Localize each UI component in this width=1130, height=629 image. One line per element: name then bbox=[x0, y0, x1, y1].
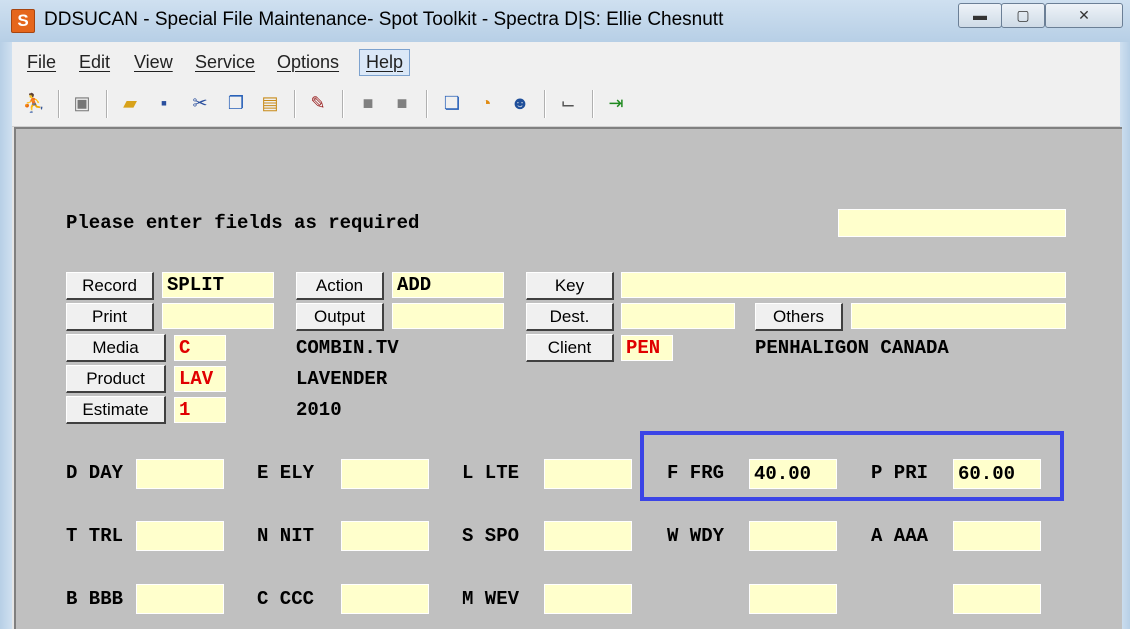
window-icon[interactable]: ⌙ bbox=[556, 90, 580, 116]
toolbar-separator bbox=[544, 90, 546, 118]
output-button[interactable]: Output bbox=[296, 303, 384, 331]
product-description: LAVENDER bbox=[296, 368, 388, 390]
daypart-field[interactable] bbox=[953, 584, 1041, 614]
daypart-label: B BBB bbox=[66, 588, 124, 610]
toolbar-separator bbox=[58, 90, 60, 118]
menu-view[interactable]: View bbox=[134, 52, 173, 73]
menu-bar: File Edit View Service Options Help bbox=[12, 42, 1120, 82]
record-field[interactable]: SPLIT bbox=[162, 272, 274, 298]
action-field[interactable]: ADD bbox=[392, 272, 504, 298]
timer-icon[interactable]: ◔ bbox=[474, 90, 498, 116]
product-field[interactable]: LAV bbox=[174, 366, 226, 392]
daypart-field[interactable] bbox=[544, 521, 632, 551]
media-field[interactable]: C bbox=[174, 335, 226, 361]
title-bar[interactable]: S DDSUCAN - Special File Maintenance- Sp… bbox=[0, 0, 1130, 43]
media-button[interactable]: Media bbox=[66, 334, 166, 362]
prompt-text: Please enter fields as required bbox=[66, 212, 420, 234]
toolbar-separator bbox=[592, 90, 594, 118]
daypart-field[interactable] bbox=[749, 521, 837, 551]
print-button[interactable]: Print bbox=[66, 303, 154, 331]
daypart-label: L LTE bbox=[462, 462, 520, 484]
daypart-field[interactable] bbox=[544, 459, 632, 489]
daypart-field[interactable] bbox=[136, 459, 224, 489]
daypart-label: D DAY bbox=[66, 462, 124, 484]
daypart-label: A AAA bbox=[871, 525, 929, 547]
tag-icon[interactable]: ✎ bbox=[306, 90, 330, 116]
estimate-button[interactable]: Estimate bbox=[66, 396, 166, 424]
record-button[interactable]: Record bbox=[66, 272, 154, 300]
toolbar-separator bbox=[294, 90, 296, 118]
menu-edit[interactable]: Edit bbox=[79, 52, 110, 73]
daypart-field[interactable] bbox=[341, 584, 429, 614]
documents-icon[interactable]: ❏ bbox=[440, 90, 464, 116]
menu-service[interactable]: Service bbox=[195, 52, 255, 73]
others-field[interactable] bbox=[851, 303, 1066, 329]
toolbar: ⛹ ▣ ▰ ▪ ✂ ❐ ▤ ✎ ■ ■ ❏ ◔ ☻ ⌙ ⇥ bbox=[12, 82, 1120, 127]
toolbar-separator bbox=[426, 90, 428, 118]
person-icon[interactable]: ⛹ bbox=[22, 90, 46, 116]
toolbar-separator bbox=[342, 90, 344, 118]
daypart-field[interactable] bbox=[136, 521, 224, 551]
daypart-label: C CCC bbox=[257, 588, 315, 610]
output-field[interactable] bbox=[392, 303, 504, 329]
others-button[interactable]: Others bbox=[755, 303, 843, 331]
dest-button[interactable]: Dest. bbox=[526, 303, 614, 331]
gray-box-icon[interactable]: ■ bbox=[356, 90, 380, 116]
toolbar-separator bbox=[106, 90, 108, 118]
form-area: Please enter fields as required Record S… bbox=[14, 127, 1122, 629]
daypart-label: M WEV bbox=[462, 588, 520, 610]
client-field[interactable]: PEN bbox=[621, 335, 673, 361]
key-button[interactable]: Key bbox=[526, 272, 614, 300]
paste-icon[interactable]: ▤ bbox=[258, 90, 282, 116]
gray-box-icon[interactable]: ■ bbox=[390, 90, 414, 116]
copy-icon[interactable]: ❐ bbox=[224, 90, 248, 116]
highlight-box bbox=[640, 431, 1064, 501]
menu-options[interactable]: Options bbox=[277, 52, 339, 73]
key-field[interactable] bbox=[621, 272, 1066, 298]
dest-field[interactable] bbox=[621, 303, 735, 329]
exit-icon[interactable]: ⇥ bbox=[604, 90, 628, 116]
media-description: COMBIN.TV bbox=[296, 337, 399, 359]
close-button[interactable]: ✕ bbox=[1045, 3, 1123, 28]
estimate-description: 2010 bbox=[296, 399, 342, 421]
daypart-field[interactable] bbox=[544, 584, 632, 614]
users-icon[interactable]: ☻ bbox=[508, 90, 532, 116]
client-button[interactable]: Client bbox=[526, 334, 614, 362]
daypart-field[interactable] bbox=[341, 459, 429, 489]
window-title: DDSUCAN - Special File Maintenance- Spot… bbox=[44, 9, 724, 30]
menu-file[interactable]: File bbox=[27, 52, 56, 73]
client-description: PENHALIGON CANADA bbox=[755, 337, 949, 359]
device-icon[interactable]: ▣ bbox=[70, 90, 94, 116]
daypart-label: N NIT bbox=[257, 525, 315, 547]
daypart-label: T TRL bbox=[66, 525, 124, 547]
daypart-field[interactable] bbox=[953, 521, 1041, 551]
daypart-field[interactable] bbox=[136, 584, 224, 614]
daypart-field[interactable] bbox=[749, 584, 837, 614]
open-folder-icon[interactable]: ▰ bbox=[118, 90, 142, 116]
estimate-field[interactable]: 1 bbox=[174, 397, 226, 423]
cut-icon[interactable]: ✂ bbox=[188, 90, 212, 116]
action-button[interactable]: Action bbox=[296, 272, 384, 300]
daypart-label: E ELY bbox=[257, 462, 315, 484]
window-frame-left bbox=[0, 42, 12, 629]
daypart-label: S SPO bbox=[462, 525, 520, 547]
maximize-button[interactable]: ▢ bbox=[1001, 3, 1045, 28]
app-window: S DDSUCAN - Special File Maintenance- Sp… bbox=[0, 0, 1130, 629]
product-button[interactable]: Product bbox=[66, 365, 166, 393]
app-icon[interactable]: S bbox=[11, 9, 35, 33]
prompt-field[interactable] bbox=[838, 209, 1066, 237]
daypart-field[interactable] bbox=[341, 521, 429, 551]
print-field[interactable] bbox=[162, 303, 274, 329]
menu-help[interactable]: Help bbox=[359, 49, 411, 76]
daypart-label: W WDY bbox=[667, 525, 725, 547]
save-icon[interactable]: ▪ bbox=[152, 90, 176, 116]
minimize-button[interactable]: ▬ bbox=[958, 3, 1002, 28]
